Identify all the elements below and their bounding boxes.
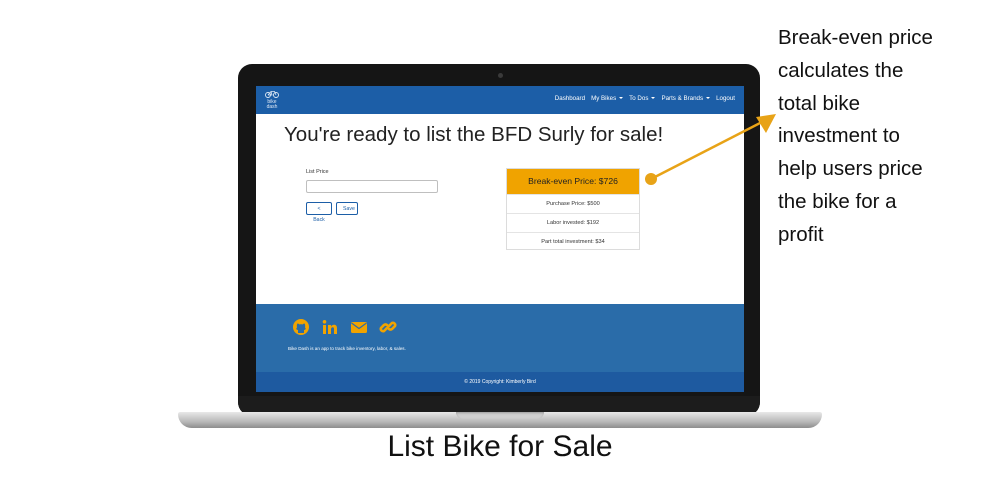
logo-text-dash: dash xyxy=(266,104,278,110)
note-line: profit xyxy=(778,222,824,246)
part-investment-row: Part total investment: $34 xyxy=(507,232,639,251)
copyright-bar: © 2019 Copyright: Kimberly Bird xyxy=(256,372,744,392)
note-line: calculates the xyxy=(778,58,904,82)
nav-to-dos-label: To Dos xyxy=(629,95,649,102)
labor-invested-row: Labor invested: $192 xyxy=(507,213,639,232)
note-line: Break-even price xyxy=(778,26,933,49)
laptop-notch xyxy=(456,412,544,419)
note-line: investment to xyxy=(778,124,900,148)
nav-to-dos[interactable]: To Dos xyxy=(629,95,656,102)
email-icon[interactable] xyxy=(350,318,368,336)
save-button[interactable]: Save xyxy=(336,202,358,215)
back-button[interactable]: < Back xyxy=(306,202,332,223)
nav-dashboard-label: Dashboard xyxy=(554,95,586,102)
caption: List Bike for Sale xyxy=(387,430,613,463)
breakeven-price: Break-even Price: $726 xyxy=(507,169,639,194)
nav-logout-label: Logout xyxy=(716,95,735,102)
purchase-price-row: Purchase Price: $500 xyxy=(507,194,639,213)
list-price-label: List Price xyxy=(306,169,329,175)
caret-down-icon xyxy=(706,97,711,100)
nav-parts-brands-label: Parts & Brands xyxy=(661,95,704,102)
navbar: bike dash Dashboard My Bikes To Dos Part… xyxy=(256,86,744,114)
caret-down-icon xyxy=(651,97,656,100)
caret-down-icon xyxy=(619,97,624,100)
list-price-input[interactable] xyxy=(306,180,438,193)
breakeven-card: Break-even Price: $726 Purchase Price: $… xyxy=(506,168,640,250)
brand-logo[interactable]: bike dash xyxy=(262,90,282,112)
note-line: total bike xyxy=(778,91,861,115)
page-title: You're ready to list the BFD Surly for s… xyxy=(284,123,664,146)
nav-my-bikes-label: My Bikes xyxy=(591,95,617,102)
note-line: help users price xyxy=(778,157,923,181)
annotation-note: Break-even price calculates the total bi… xyxy=(778,22,993,252)
github-icon[interactable] xyxy=(292,318,310,336)
footer: Bike Dash is an app to track bike invent… xyxy=(256,304,744,372)
nav-parts-brands[interactable]: Parts & Brands xyxy=(661,95,711,102)
footer-icons xyxy=(292,318,397,336)
nav-dashboard[interactable]: Dashboard xyxy=(555,95,585,102)
webcam xyxy=(498,73,503,78)
nav-my-bikes[interactable]: My Bikes xyxy=(591,95,624,102)
app-screen: bike dash Dashboard My Bikes To Dos Part… xyxy=(256,86,744,392)
nav-links: Dashboard My Bikes To Dos Parts & Brands… xyxy=(555,95,735,102)
linkedin-icon[interactable] xyxy=(321,318,339,336)
nav-logout[interactable]: Logout xyxy=(716,95,735,102)
footer-description: Bike Dash is an app to track bike invent… xyxy=(288,346,406,351)
note-line: the bike for a xyxy=(778,189,897,213)
link-icon[interactable] xyxy=(379,318,397,336)
